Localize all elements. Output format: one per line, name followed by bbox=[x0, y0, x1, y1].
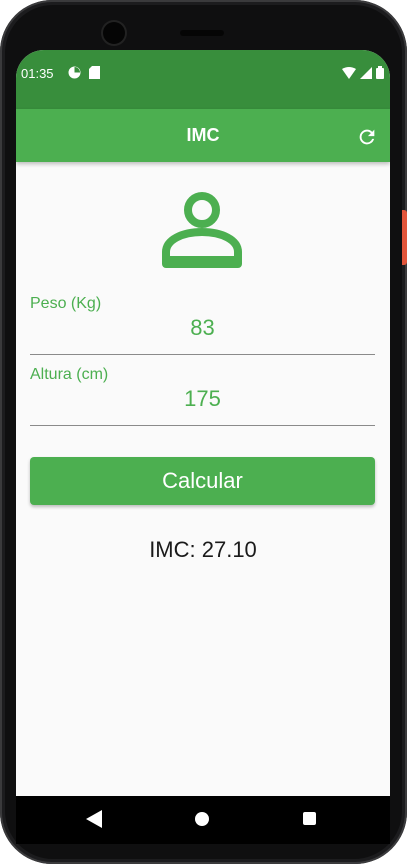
weight-input[interactable]: 83 bbox=[30, 315, 375, 341]
wifi-icon bbox=[342, 66, 356, 79]
front-camera bbox=[103, 22, 125, 44]
weight-underline bbox=[30, 354, 375, 355]
status-icons-right bbox=[342, 66, 384, 79]
app-title: IMC bbox=[186, 125, 220, 145]
recents-icon[interactable] bbox=[303, 812, 316, 825]
calculate-button[interactable]: Calcular bbox=[30, 457, 375, 505]
signal-icon bbox=[360, 66, 372, 79]
back-icon[interactable] bbox=[86, 810, 102, 828]
navigation-bar bbox=[16, 796, 390, 844]
phone-frame: 01:35 IMC Peso (Kg) 83 Altura (cm) 175 C… bbox=[0, 0, 407, 864]
home-icon[interactable] bbox=[195, 812, 209, 826]
person-icon bbox=[162, 192, 242, 268]
power-button bbox=[402, 210, 407, 265]
status-time: 01:35 bbox=[21, 66, 54, 81]
refresh-icon[interactable] bbox=[356, 126, 378, 148]
status-bar: 01:35 bbox=[16, 50, 390, 109]
weight-field[interactable]: Peso (Kg) 83 bbox=[30, 295, 375, 357]
height-label: Altura (cm) bbox=[30, 366, 109, 383]
app-notification-icon bbox=[68, 66, 81, 79]
height-input[interactable]: 175 bbox=[30, 386, 375, 412]
weight-label: Peso (Kg) bbox=[30, 295, 102, 312]
bmi-result: IMC: 27.10 bbox=[149, 537, 257, 562]
battery-icon bbox=[376, 66, 384, 79]
sd-card-icon bbox=[89, 66, 100, 79]
app-screen: 01:35 IMC Peso (Kg) 83 Altura (cm) 175 C… bbox=[16, 50, 390, 826]
app-bar: IMC bbox=[16, 109, 390, 162]
height-field[interactable]: Altura (cm) 175 bbox=[30, 366, 375, 428]
status-icons-left bbox=[68, 66, 100, 79]
earpiece-speaker bbox=[180, 30, 224, 36]
height-underline bbox=[30, 425, 375, 426]
